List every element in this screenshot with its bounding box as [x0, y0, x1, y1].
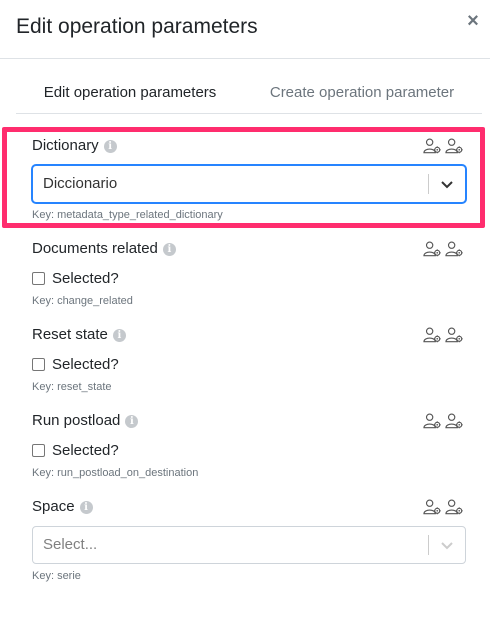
run-postload-checkbox-label[interactable]: Selected? [52, 442, 119, 459]
user-cog-icon[interactable] [423, 240, 442, 258]
reset-state-label: Reset state [32, 326, 108, 343]
info-icon: i [79, 501, 93, 514]
user-cog-icon[interactable] [423, 137, 442, 155]
reset-state-checkbox-label[interactable]: Selected? [52, 356, 119, 373]
space-field: Space i Select... Key: serie [32, 498, 466, 586]
space-key: Key: serie [32, 570, 81, 582]
modal-header: Edit operation parameters × [0, 0, 490, 59]
run-postload-label-row: Run postload i [32, 412, 139, 429]
user-cog-icon[interactable] [445, 240, 464, 258]
close-button[interactable]: × [464, 11, 482, 31]
user-cog-icon[interactable] [445, 137, 464, 155]
dictionary-label-row: Dictionary i [32, 137, 117, 154]
space-select-placeholder: Select... [43, 536, 98, 553]
documents-related-actions [423, 240, 464, 258]
reset-state-checkbox-row: Selected? [32, 356, 119, 373]
run-postload-field: Run postload i Selected? Key: run_postloa… [32, 412, 466, 482]
info-icon: i [112, 329, 126, 342]
reset-state-key: Key: reset_state [32, 381, 112, 393]
info-icon: i [162, 243, 176, 256]
dictionary-select[interactable]: Diccionario [32, 165, 466, 203]
tab-bar: Edit operation parameters Create operati… [16, 72, 482, 114]
dictionary-key: Key: metadata_type_related_dictionary [32, 209, 223, 221]
documents-related-checkbox[interactable] [32, 272, 45, 285]
modal-title: Edit operation parameters [16, 15, 258, 38]
space-select[interactable]: Select... [32, 526, 466, 564]
dictionary-actions [423, 137, 464, 155]
reset-state-label-row: Reset state i [32, 326, 126, 343]
tab-create-operation-parameter[interactable]: Create operation parameter [252, 72, 472, 114]
reset-state-checkbox[interactable] [32, 358, 45, 371]
info-icon: i [103, 140, 117, 153]
user-cog-icon[interactable] [423, 498, 442, 516]
dictionary-label: Dictionary [32, 137, 99, 154]
select-separator [428, 535, 429, 555]
user-cog-icon[interactable] [423, 326, 442, 344]
run-postload-label: Run postload [32, 412, 121, 429]
space-label: Space [32, 498, 75, 515]
documents-related-checkbox-label[interactable]: Selected? [52, 270, 119, 287]
run-postload-checkbox-row: Selected? [32, 442, 119, 459]
user-cog-icon[interactable] [445, 412, 464, 430]
user-cog-icon[interactable] [423, 412, 442, 430]
documents-related-field: Documents related i Selected? Key: change… [32, 240, 466, 310]
documents-related-label: Documents related [32, 240, 158, 257]
documents-related-key: Key: change_related [32, 295, 133, 307]
run-postload-checkbox[interactable] [32, 444, 45, 457]
chevron-down-icon[interactable] [439, 176, 455, 192]
documents-related-checkbox-row: Selected? [32, 270, 119, 287]
dictionary-select-value: Diccionario [43, 175, 118, 192]
user-cog-icon[interactable] [445, 498, 464, 516]
tab-edit-operation-parameters[interactable]: Edit operation parameters [16, 72, 244, 114]
run-postload-actions [423, 412, 464, 430]
select-separator [428, 174, 429, 194]
documents-related-label-row: Documents related i [32, 240, 176, 257]
space-label-row: Space i [32, 498, 93, 515]
user-cog-icon[interactable] [445, 326, 464, 344]
reset-state-field: Reset state i Selected? Key: reset_state [32, 326, 466, 396]
reset-state-actions [423, 326, 464, 344]
info-icon: i [125, 415, 139, 428]
dictionary-field: Dictionary i Diccionario Key: metadata_ty… [32, 137, 466, 223]
run-postload-key: Key: run_postload_on_destination [32, 467, 199, 479]
space-actions [423, 498, 464, 516]
chevron-down-icon[interactable] [439, 537, 455, 553]
